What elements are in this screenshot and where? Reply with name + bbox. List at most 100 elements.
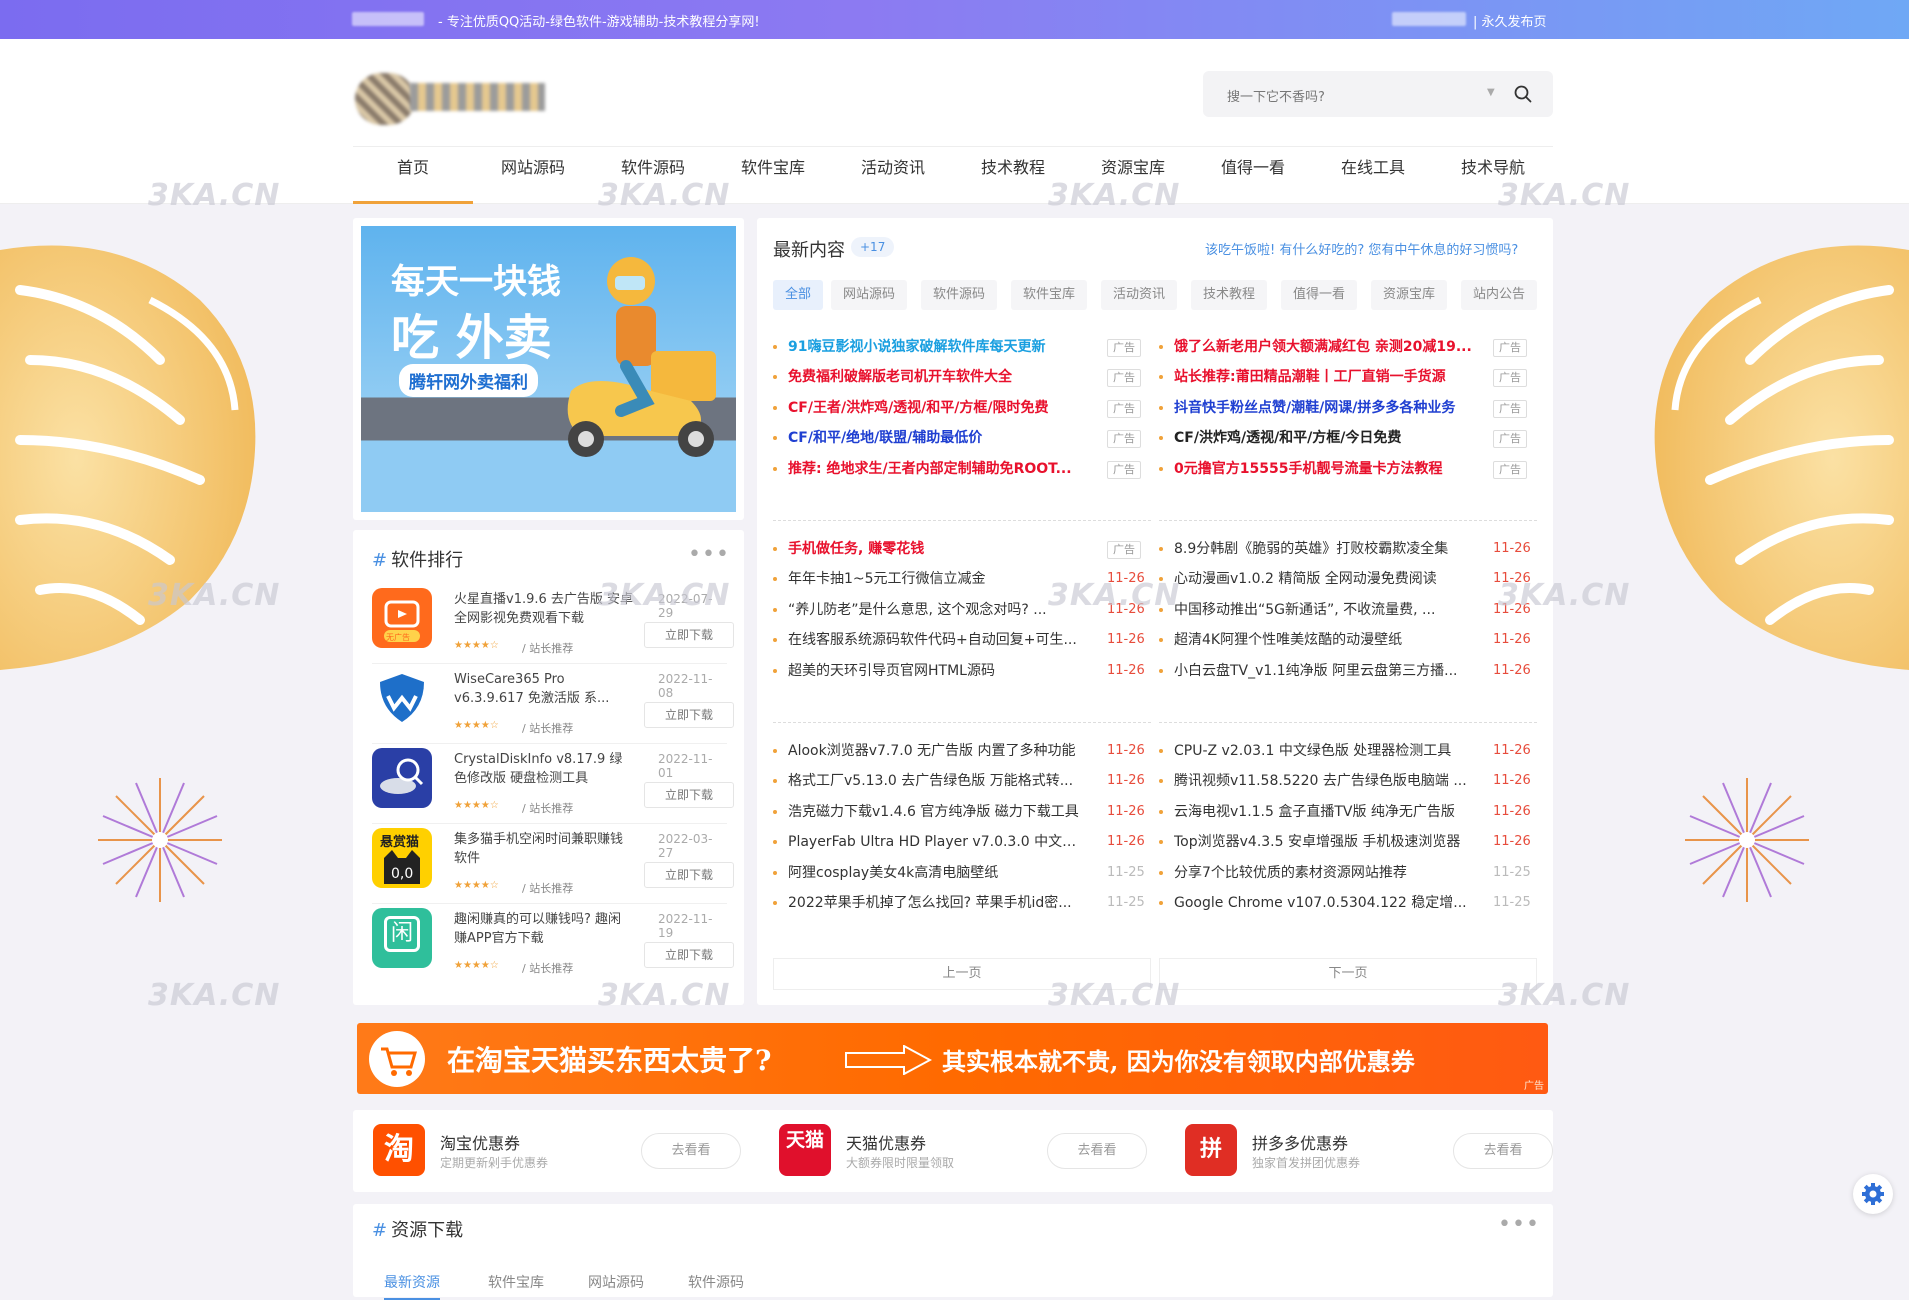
post-item[interactable]: 2022苹果手机掉了怎么找回? 苹果手机id密... 11-25 xyxy=(773,888,1145,918)
post-item[interactable]: 8.9分韩剧《脆弱的英雄》打败校霸欺凌全集 11-26 xyxy=(1159,534,1531,564)
item-title[interactable]: WiseCare365 Pro v6.3.9.617 免激活版 系... xyxy=(454,670,634,708)
post-item[interactable]: 浩克磁力下载v1.4.6 官方纯净版 磁力下载工具 11-26 xyxy=(773,797,1145,827)
post-title[interactable]: 8.9分韩剧《脆弱的英雄》打败校霸欺凌全集 xyxy=(1174,534,1474,564)
post-title[interactable]: 手机做任务, 赚零花钱 xyxy=(788,534,1088,564)
post-title[interactable]: 推荐: 绝地求生/王者内部定制辅助免ROOT... xyxy=(788,454,1088,484)
post-title[interactable]: 云海电视v1.1.5 盒子直播TV版 纯净无广告版 xyxy=(1174,797,1474,827)
coupon-taobao[interactable]: 淘 淘宝优惠券 定期更新剁手优惠券 去看看 xyxy=(373,1124,753,1178)
tab-software-library[interactable]: 软件宝库 xyxy=(488,1272,544,1292)
post-title[interactable]: CF/王者/洪炸鸡/透视/和平/方框/限时免费 xyxy=(788,393,1088,423)
tab-events[interactable]: 活动资讯 xyxy=(1101,280,1178,310)
taobao-coupon-ad[interactable]: 在淘宝天猫买东西太贵了? 其实根本就不贵, 因为你没有领取内部优惠券 广告 xyxy=(357,1023,1548,1094)
post-item[interactable]: 免费福利破解版老司机开车软件大全 广告 xyxy=(773,362,1143,392)
post-title[interactable]: 阿狸cosplay美女4k高清电脑壁纸 xyxy=(788,858,1088,888)
post-title[interactable]: PlayerFab Ultra HD Player v7.0.3.0 中文绿..… xyxy=(788,827,1088,857)
settings-button[interactable] xyxy=(1853,1174,1893,1214)
post-title[interactable]: 超美的天环引导页官网HTML源码 xyxy=(788,656,1088,686)
post-item[interactable]: 云海电视v1.1.5 盒子直播TV版 纯净无广告版 11-26 xyxy=(1159,797,1531,827)
permanent-page-link[interactable]: | 永久发布页 xyxy=(1473,11,1547,30)
post-title[interactable]: 超清4K阿狸个性唯美炫酷的动漫壁纸 xyxy=(1174,625,1474,655)
tab-announcements[interactable]: 站内公告 xyxy=(1461,280,1538,310)
post-item[interactable]: Google Chrome v107.0.5304.122 稳定增... 11-2… xyxy=(1159,888,1531,918)
download-button[interactable]: 立即下载 xyxy=(644,622,734,648)
post-title[interactable]: 小白云盘TV_v1.1纯净版 阿里云盘第三方播... xyxy=(1174,656,1474,686)
next-page-button[interactable]: 下一页 xyxy=(1159,958,1537,990)
tab-resources[interactable]: 资源宝库 xyxy=(1371,280,1448,310)
site-logo[interactable] xyxy=(355,65,545,125)
go-see-button[interactable]: 去看看 xyxy=(1453,1133,1553,1169)
post-item[interactable]: CF/洪炸鸡/透视/和平/方框/今日免费 广告 xyxy=(1159,423,1529,453)
post-item[interactable]: 0元撸官方15555手机靓号流量卡方法教程 广告 xyxy=(1159,454,1529,484)
tab-software-source[interactable]: 软件源码 xyxy=(688,1272,744,1292)
tab-worth-seeing[interactable]: 值得一看 xyxy=(1281,280,1358,310)
post-item[interactable]: 超美的天环引导页官网HTML源码 11-26 xyxy=(773,656,1145,686)
post-item[interactable]: 抖音快手粉丝点赞/潮鞋/网课/拼多多各种业务 广告 xyxy=(1159,393,1529,423)
item-title[interactable]: CrystalDiskInfo v8.17.9 绿色修改版 硬盘检测工具 xyxy=(454,750,634,788)
post-item[interactable]: 91嗨豆影视小说独家破解软件库每天更新 广告 xyxy=(773,332,1143,362)
post-title[interactable]: CPU-Z v2.03.1 中文绿色版 处理器检测工具 xyxy=(1174,736,1474,766)
notice-text[interactable]: 该吃午饭啦! 有什么好吃的? 您有中午休息的好习惯吗? xyxy=(1205,239,1518,258)
coupon-tmall[interactable]: 天猫 天猫优惠券 大额券限时限量领取 去看看 xyxy=(779,1124,1159,1178)
post-title[interactable]: Alook浏览器v7.7.0 无广告版 内置了多种功能 xyxy=(788,736,1088,766)
post-item[interactable]: 分享7个比较优质的素材资源网站推荐 11-25 xyxy=(1159,858,1531,888)
takeout-banner[interactable]: 每天一块钱 吃 外卖 腾轩网外卖福利 xyxy=(353,218,744,520)
post-title[interactable]: 站长推荐:莆田精品潮鞋丨工厂直销一手货源 xyxy=(1174,362,1474,392)
post-title[interactable]: 91嗨豆影视小说独家破解软件库每天更新 xyxy=(788,332,1088,362)
post-item[interactable]: 阿狸cosplay美女4k高清电脑壁纸 11-25 xyxy=(773,858,1145,888)
item-title[interactable]: 趣闲赚真的可以赚钱吗? 趣闲赚APP官方下载 xyxy=(454,910,634,948)
post-item[interactable]: 中国移动推出“5G新通话”, 不收流量费, ... 11-26 xyxy=(1159,595,1531,625)
post-title[interactable]: 在线客服系统源码软件代码+自动回复+可生... xyxy=(788,625,1088,655)
tab-software-library[interactable]: 软件宝库 xyxy=(1011,280,1088,310)
download-button[interactable]: 立即下载 xyxy=(644,862,734,888)
post-item[interactable]: 超清4K阿狸个性唯美炫酷的动漫壁纸 11-26 xyxy=(1159,625,1531,655)
post-item[interactable]: 腾讯视频v11.58.5220 去广告绿色版电脑端 ... 11-26 xyxy=(1159,766,1531,796)
post-title[interactable]: 中国移动推出“5G新通话”, 不收流量费, ... xyxy=(1174,595,1474,625)
post-title[interactable]: 免费福利破解版老司机开车软件大全 xyxy=(788,362,1088,392)
post-item[interactable]: 心动漫画v1.0.2 精简版 全网动漫免费阅读 11-26 xyxy=(1159,564,1531,594)
download-button[interactable]: 立即下载 xyxy=(644,702,734,728)
post-title[interactable]: 心动漫画v1.0.2 精简版 全网动漫免费阅读 xyxy=(1174,564,1474,594)
list-item[interactable]: 悬赏猫 0,0 集多猫手机空闲时间兼职赚钱软件 2022-03-27 ★★★★☆… xyxy=(372,824,734,904)
tab-site-source[interactable]: 网站源码 xyxy=(588,1272,644,1292)
post-item[interactable]: CF/王者/洪炸鸡/透视/和平/方框/限时免费 广告 xyxy=(773,393,1143,423)
nav-item-software-library[interactable]: 软件宝库 xyxy=(713,147,833,204)
tab-latest-resources[interactable]: 最新资源 xyxy=(384,1272,440,1300)
more-icon[interactable]: ••• xyxy=(688,542,730,567)
nav-item-home[interactable]: 首页 xyxy=(353,147,473,204)
post-title[interactable]: 抖音快手粉丝点赞/潮鞋/网课/拼多多各种业务 xyxy=(1174,393,1474,423)
coupon-pinduoduo[interactable]: 拼 拼多多优惠券 独家首发拼团优惠券 去看看 xyxy=(1185,1124,1565,1178)
post-title[interactable]: Top浏览器v4.3.5 安卓增强版 手机极速浏览器 xyxy=(1174,827,1474,857)
post-title[interactable]: Google Chrome v107.0.5304.122 稳定增... xyxy=(1174,888,1474,918)
download-button[interactable]: 立即下载 xyxy=(644,942,734,968)
post-item[interactable]: CPU-Z v2.03.1 中文绿色版 处理器检测工具 11-26 xyxy=(1159,736,1531,766)
list-item[interactable]: 闲 趣闲赚真的可以赚钱吗? 趣闲赚APP官方下载 2022-11-19 ★★★★… xyxy=(372,904,734,984)
post-item[interactable]: 格式工厂v5.13.0 去广告绿色版 万能格式转... 11-26 xyxy=(773,766,1145,796)
post-item[interactable]: CF/和平/绝地/联盟/辅助最低价 广告 xyxy=(773,423,1143,453)
nav-item-site-source[interactable]: 网站源码 xyxy=(473,147,593,204)
post-title[interactable]: 格式工厂v5.13.0 去广告绿色版 万能格式转... xyxy=(788,766,1088,796)
item-title[interactable]: 集多猫手机空闲时间兼职赚钱软件 xyxy=(454,830,634,868)
tab-software-source[interactable]: 软件源码 xyxy=(921,280,998,310)
post-title[interactable]: CF/和平/绝地/联盟/辅助最低价 xyxy=(788,423,1088,453)
go-see-button[interactable]: 去看看 xyxy=(1047,1133,1147,1169)
post-title[interactable]: “养儿防老”是什么意思, 这个观念对吗? ... xyxy=(788,595,1088,625)
post-title[interactable]: 饿了么新老用户领大额满减红包 亲测20减19... xyxy=(1174,332,1474,362)
search-icon[interactable] xyxy=(1513,84,1533,104)
post-item[interactable]: 手机做任务, 赚零花钱 广告 xyxy=(773,534,1143,564)
post-item[interactable]: 饿了么新老用户领大额满减红包 亲测20减19... 广告 xyxy=(1159,332,1529,362)
post-title[interactable]: 浩克磁力下载v1.4.6 官方纯净版 磁力下载工具 xyxy=(788,797,1088,827)
post-item[interactable]: 站长推荐:莆田精品潮鞋丨工厂直销一手货源 广告 xyxy=(1159,362,1529,392)
post-item[interactable]: PlayerFab Ultra HD Player v7.0.3.0 中文绿..… xyxy=(773,827,1145,857)
post-item[interactable]: 小白云盘TV_v1.1纯净版 阿里云盘第三方播... 11-26 xyxy=(1159,656,1531,686)
post-title[interactable]: 分享7个比较优质的素材资源网站推荐 xyxy=(1174,858,1474,888)
post-title[interactable]: 0元撸官方15555手机靓号流量卡方法教程 xyxy=(1174,454,1474,484)
chevron-down-icon[interactable]: ▼ xyxy=(1487,87,1495,98)
post-item[interactable]: 在线客服系统源码软件代码+自动回复+可生... 11-26 xyxy=(773,625,1145,655)
post-title[interactable]: 2022苹果手机掉了怎么找回? 苹果手机id密... xyxy=(788,888,1088,918)
post-title[interactable]: CF/洪炸鸡/透视/和平/方框/今日免费 xyxy=(1174,423,1474,453)
go-see-button[interactable]: 去看看 xyxy=(641,1133,741,1169)
post-item[interactable]: 推荐: 绝地求生/王者内部定制辅助免ROOT... 广告 xyxy=(773,454,1143,484)
post-title[interactable]: 腾讯视频v11.58.5220 去广告绿色版电脑端 ... xyxy=(1174,766,1474,796)
post-item[interactable]: Alook浏览器v7.7.0 无广告版 内置了多种功能 11-26 xyxy=(773,736,1145,766)
tab-tutorials[interactable]: 技术教程 xyxy=(1191,280,1268,310)
